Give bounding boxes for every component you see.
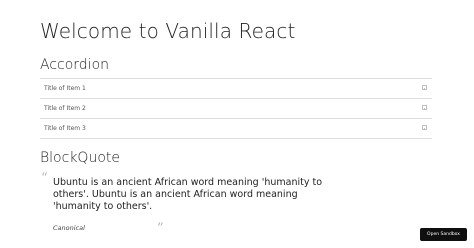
blockquote-cite: Canonical: [53, 224, 85, 232]
accordion-item-label: Title of Item 2: [44, 105, 86, 112]
blockquote-heading: BlockQuote: [40, 150, 120, 166]
accordion-item-1[interactable]: Title of Item 1: [40, 79, 432, 99]
page-title: Welcome to Vanilla React: [40, 19, 296, 43]
accordion-item-label: Title of Item 1: [44, 85, 86, 92]
open-sandbox-button[interactable]: Open Sandbox: [420, 228, 467, 241]
accordion-item-3[interactable]: Title of Item 3: [40, 119, 432, 139]
blockquote-text: Ubuntu is an ancient African word meanin…: [53, 177, 323, 212]
expand-icon[interactable]: [422, 85, 427, 90]
accordion-item-label: Title of Item 3: [44, 125, 86, 132]
expand-icon[interactable]: [422, 105, 427, 110]
accordion-heading: Accordion: [40, 57, 110, 73]
blockquote: “ Ubuntu is an ancient African word mean…: [40, 171, 340, 236]
accordion: Title of Item 1 Title of Item 2 Title of…: [40, 78, 432, 139]
accordion-item-2[interactable]: Title of Item 2: [40, 99, 432, 119]
close-quote-icon: ”: [157, 221, 164, 236]
expand-icon[interactable]: [422, 125, 427, 130]
open-quote-icon: “: [41, 171, 48, 186]
